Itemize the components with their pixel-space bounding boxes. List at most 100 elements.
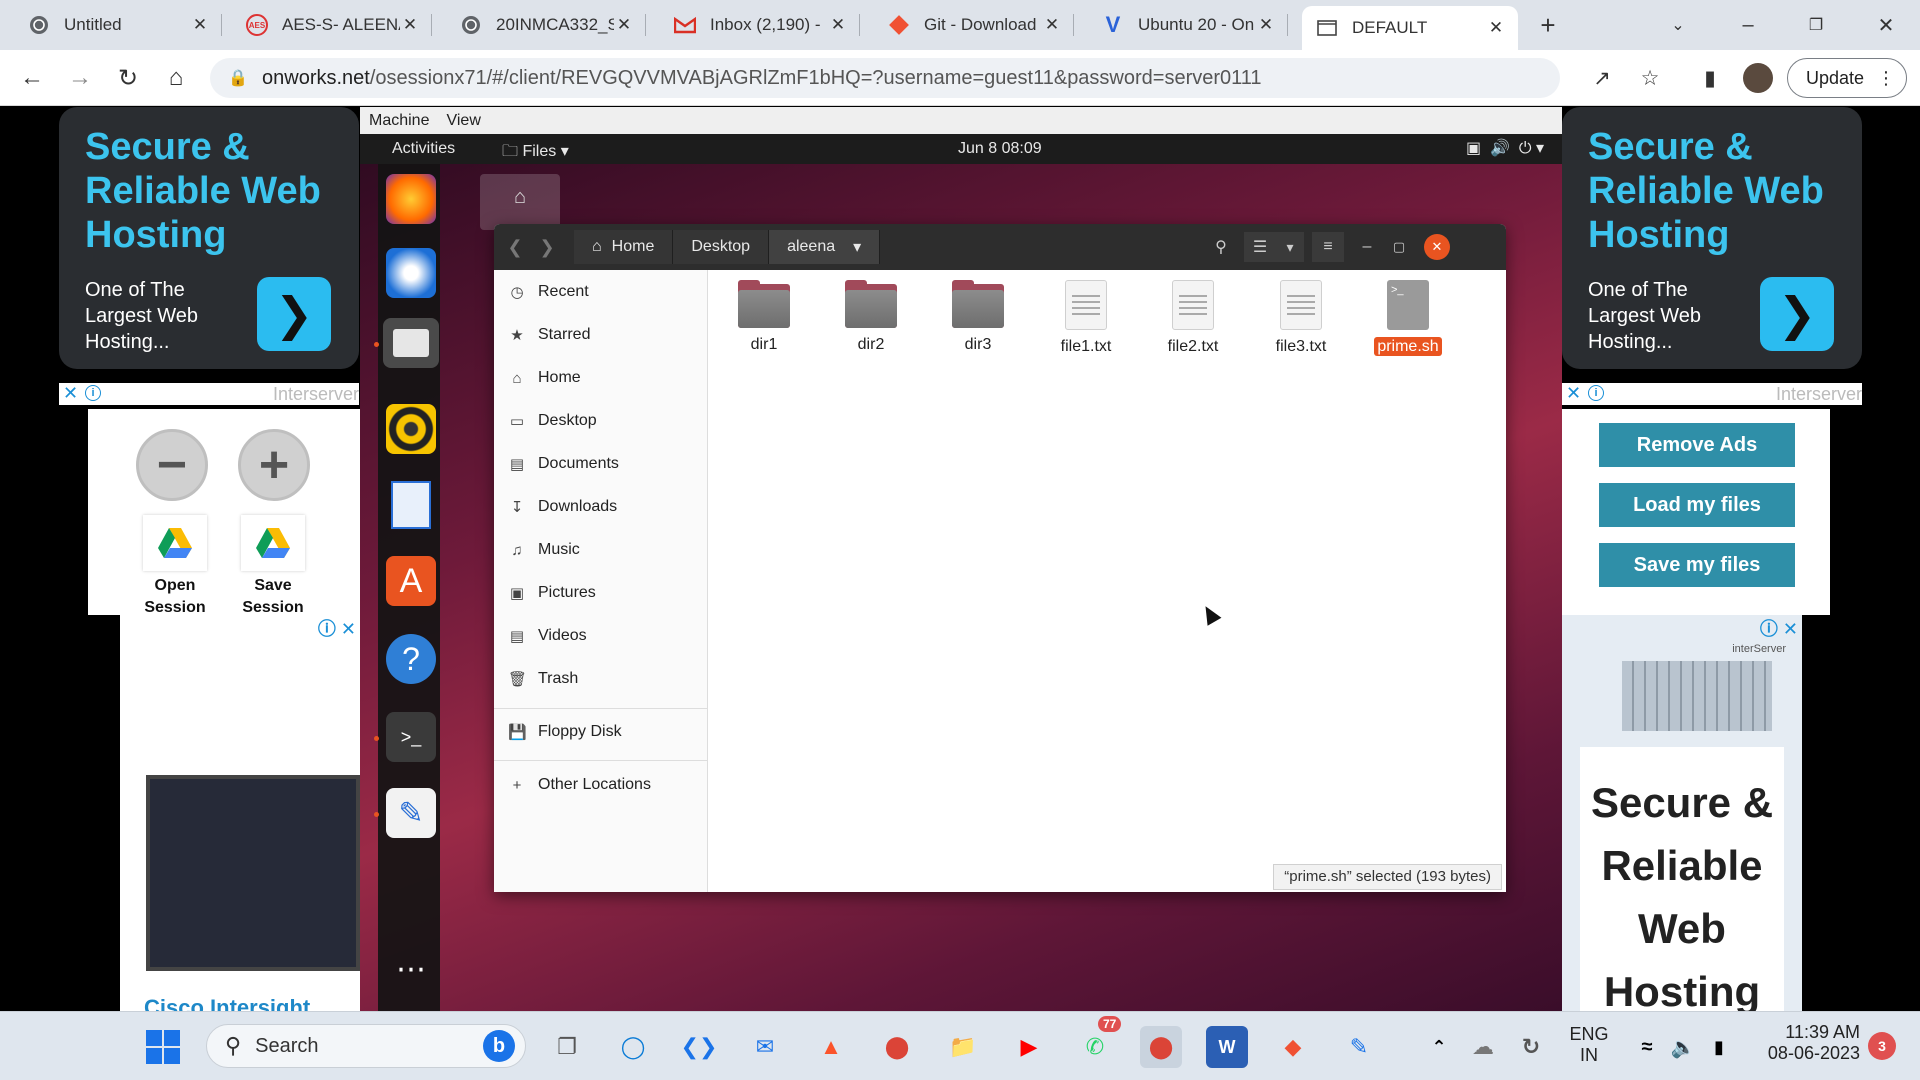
kebab-menu-icon[interactable]: ⋮: [1877, 68, 1895, 89]
rhythmbox-icon[interactable]: [386, 404, 436, 454]
sidebar-item-documents[interactable]: ▤ Documents: [508, 452, 619, 476]
sidebar-item-videos[interactable]: ▤ Videos: [508, 624, 587, 648]
text-editor-icon[interactable]: ✎: [386, 788, 436, 838]
system-tray[interactable]: ▣ 🔊 ⏻ ▾: [1466, 138, 1544, 158]
tab-aes[interactable]: AES AES-S- ALEENA ✕: [232, 6, 432, 44]
crumb-desktop[interactable]: Desktop: [673, 230, 770, 264]
show-apps-icon[interactable]: ⋯: [386, 944, 436, 994]
menu-view[interactable]: View: [446, 112, 480, 130]
sidebar-item-music[interactable]: ♫ Music: [508, 538, 579, 562]
youtube-icon[interactable]: ▶: [1008, 1026, 1050, 1068]
back-icon[interactable]: ❮: [500, 232, 530, 262]
home-icon[interactable]: ⌂: [158, 60, 194, 96]
tab-gmail[interactable]: Inbox (2,190) - ✕: [660, 6, 860, 44]
info-icon[interactable]: i: [85, 385, 101, 401]
tab-ubuntu[interactable]: V Ubuntu 20 - On ✕: [1088, 6, 1288, 44]
terminal-icon[interactable]: >_: [386, 712, 436, 762]
list-view-icon[interactable]: ☰: [1244, 232, 1276, 262]
tab-untitled[interactable]: Untitled ✕: [14, 6, 222, 44]
ad-info-close-icon[interactable]: ⓘ ✕: [318, 615, 356, 641]
files-icon[interactable]: [383, 318, 439, 368]
help-icon[interactable]: ?: [386, 634, 436, 684]
load-files-button[interactable]: Load my files: [1599, 483, 1795, 527]
sidebar-item-other-locations[interactable]: + Other Locations: [508, 773, 651, 797]
clock[interactable]: Jun 8 08:09: [958, 140, 1042, 158]
chevron-right-icon[interactable]: ❯: [1760, 277, 1834, 351]
reload-icon[interactable]: ↻: [110, 60, 146, 96]
sidebar-item-recent[interactable]: ◷ Recent: [508, 280, 588, 304]
avatar[interactable]: [1740, 60, 1776, 96]
chrome-active-icon[interactable]: ⬤: [1140, 1026, 1182, 1068]
forward-icon[interactable]: ❯: [532, 232, 562, 262]
side-panel-icon[interactable]: ▮: [1692, 60, 1728, 96]
notification-badge[interactable]: 3: [1868, 1032, 1896, 1060]
clock[interactable]: 11:39 AM 08-06-2023: [1748, 1022, 1860, 1064]
crumb-home[interactable]: ⌂ Home: [574, 230, 674, 264]
sidebar-item-starred[interactable]: ★ Starred: [508, 323, 590, 347]
ad-info-close-icon[interactable]: ⓘ ✕: [1760, 615, 1798, 641]
thunderbird-icon[interactable]: [386, 248, 436, 298]
sidebar-item-pictures[interactable]: ▣ Pictures: [508, 581, 596, 605]
software-center-icon[interactable]: A: [386, 556, 436, 606]
writer-icon[interactable]: [386, 480, 436, 530]
file-item-dir2[interactable]: dir2: [831, 280, 911, 354]
tab-search-icon[interactable]: ⌄: [1658, 8, 1698, 42]
close-tab-icon[interactable]: ✕: [1042, 15, 1062, 35]
address-bar[interactable]: 🔒 onworks.net/osessionx71/#/client/REVGQ…: [210, 58, 1560, 98]
sidebar-item-downloads[interactable]: ↧ Downloads: [508, 495, 617, 519]
hosting-ad-right[interactable]: Secure & Reliable Web Hosting One of The…: [1562, 107, 1862, 369]
activities-button[interactable]: Activities: [392, 140, 455, 158]
file-item-file2[interactable]: file2.txt: [1153, 280, 1233, 356]
new-tab-button[interactable]: +: [1528, 8, 1568, 42]
chrome-icon[interactable]: ⬤: [876, 1026, 918, 1068]
file-item-prime-sh[interactable]: >_ prime.sh: [1368, 280, 1448, 356]
sidebar-item-floppy[interactable]: 💾 Floppy Disk: [508, 720, 622, 744]
back-arrow-icon[interactable]: ←: [14, 60, 50, 96]
vscode-icon[interactable]: ❮❯: [678, 1026, 720, 1068]
share-icon[interactable]: ↗: [1584, 60, 1620, 96]
file-item-dir3[interactable]: dir3: [938, 280, 1018, 354]
zoom-out-button[interactable]: −: [136, 429, 208, 501]
maximize-icon[interactable]: ▢: [1384, 232, 1414, 262]
file-item-dir1[interactable]: dir1: [724, 280, 804, 354]
close-tab-icon[interactable]: ✕: [190, 15, 210, 35]
menu-machine[interactable]: Machine: [369, 112, 429, 130]
desktop-home-folder[interactable]: ⌂: [480, 174, 560, 230]
edge-icon[interactable]: ◯: [612, 1026, 654, 1068]
mail-icon[interactable]: ✉: [744, 1026, 786, 1068]
battery-icon[interactable]: ▮: [1698, 1026, 1740, 1068]
word-icon[interactable]: W: [1206, 1026, 1248, 1068]
close-tab-icon[interactable]: ✕: [1486, 18, 1506, 38]
onedrive-icon[interactable]: ☁: [1462, 1026, 1504, 1068]
task-view-icon[interactable]: ❐: [546, 1026, 588, 1068]
open-session-button[interactable]: Open Session: [140, 515, 210, 619]
close-ad-icon[interactable]: ✕: [1566, 383, 1584, 403]
bookmark-star-icon[interactable]: ☆: [1632, 60, 1668, 96]
close-window-icon[interactable]: ✕: [1866, 8, 1906, 42]
close-tab-icon[interactable]: ✕: [614, 15, 634, 35]
restore-window-icon[interactable]: ❐: [1796, 8, 1836, 42]
sidebar-item-desktop[interactable]: ▭ Desktop: [508, 409, 597, 433]
close-icon[interactable]: ✕: [1424, 234, 1450, 260]
remove-ads-button[interactable]: Remove Ads: [1599, 423, 1795, 467]
file-item-file3[interactable]: file3.txt: [1261, 280, 1341, 356]
sidebar-item-home[interactable]: ⌂ Home: [508, 366, 580, 390]
tab-20inmca[interactable]: 20INMCA332_S ✕: [446, 6, 646, 44]
minimize-icon[interactable]: –: [1352, 232, 1382, 262]
forward-arrow-icon[interactable]: →: [62, 60, 98, 96]
crumb-aleena[interactable]: aleena ▾: [769, 230, 881, 264]
info-icon[interactable]: i: [1588, 385, 1604, 401]
sidebar-item-trash[interactable]: 🗑 Trash: [508, 667, 578, 691]
close-tab-icon[interactable]: ✕: [400, 15, 420, 35]
view-options-chevron-icon[interactable]: ▾: [1276, 232, 1304, 262]
tab-git[interactable]: Git - Download ✕: [874, 6, 1074, 44]
search-icon[interactable]: ⚲: [1206, 232, 1236, 262]
whatsapp-icon[interactable]: ✆ 77: [1074, 1016, 1122, 1068]
brave-icon[interactable]: ▲: [810, 1026, 852, 1068]
chevron-right-icon[interactable]: ❯: [257, 277, 331, 351]
file-explorer-icon[interactable]: 📁: [942, 1026, 984, 1068]
windows-start-icon[interactable]: [142, 1026, 184, 1068]
file-item-file1[interactable]: file1.txt: [1046, 280, 1126, 356]
zoom-in-button[interactable]: +: [238, 429, 310, 501]
taskbar-search[interactable]: ⚲ Search b: [206, 1024, 526, 1068]
